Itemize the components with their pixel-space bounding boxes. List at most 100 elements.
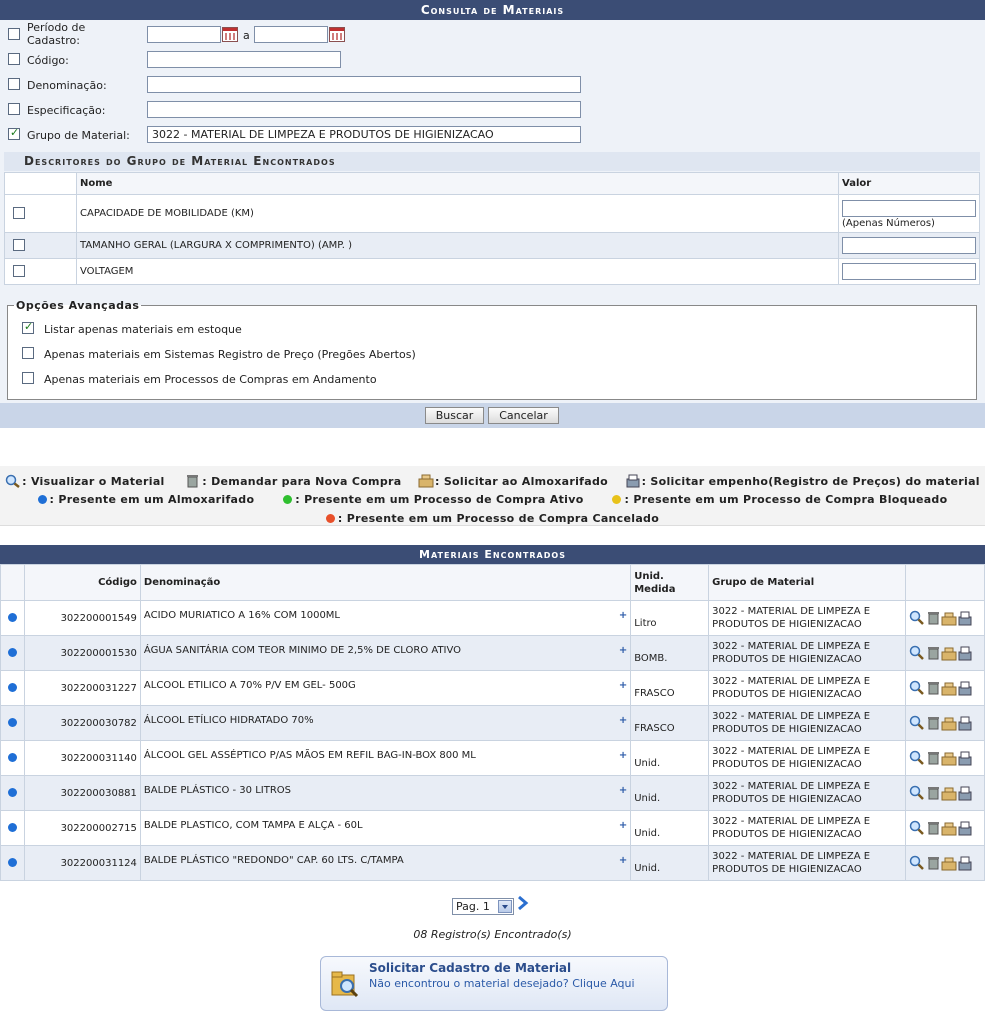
magnifier-icon[interactable] <box>909 820 925 836</box>
trash-cart-icon[interactable] <box>925 785 941 801</box>
box-icon[interactable] <box>941 680 957 696</box>
register-icon[interactable] <box>957 820 973 836</box>
magnifier-icon[interactable] <box>909 785 925 801</box>
codigo-input[interactable] <box>147 51 341 68</box>
material-denominacao: BALDE PLÁSTICO "REDONDO" CAP. 60 LTS. C/… <box>143 855 404 866</box>
expand-icon[interactable]: + <box>619 645 627 656</box>
magnifier-icon[interactable] <box>909 645 925 661</box>
legend-ativo: : Presente em um Processo de Compra Ativ… <box>295 493 584 506</box>
legend-solicitar-empenho: : Solicitar empenho(Registro de Preços) … <box>641 475 980 488</box>
opcao-registro-preco-label: Apenas materiais em Sistemas Registro de… <box>44 348 416 361</box>
box-icon[interactable] <box>941 715 957 731</box>
opcao-estoque-checkbox[interactable] <box>22 320 34 334</box>
legend-demandar: : Demandar para Nova Compra <box>202 475 402 488</box>
descritor-nome: VOLTAGEM <box>76 258 839 285</box>
magnifier-icon[interactable] <box>909 680 925 696</box>
material-grupo: 3022 - MATERIAL DE LIMPEZA E PRODUTOS DE… <box>708 810 906 846</box>
opcao-compras-checkbox[interactable] <box>22 372 34 384</box>
periodo-checkbox[interactable] <box>8 28 20 40</box>
expand-icon[interactable]: + <box>619 750 627 761</box>
trash-cart-icon[interactable] <box>925 715 941 731</box>
almox-dot-icon <box>7 857 17 867</box>
material-codigo: 302200001549 <box>23 600 141 636</box>
descritor-valor-input[interactable] <box>842 263 976 280</box>
descritores-title: Descritores do Grupo de Material Encontr… <box>4 152 980 171</box>
box-icon[interactable] <box>941 610 957 626</box>
descritor-checkbox[interactable] <box>13 265 25 277</box>
col-valor: Valor <box>838 172 980 195</box>
calendar-icon[interactable] <box>222 27 238 42</box>
almox-dot-icon <box>7 682 17 692</box>
material-grupo: 3022 - MATERIAL DE LIMPEZA E PRODUTOS DE… <box>708 775 906 811</box>
descritor-checkbox[interactable] <box>13 239 25 251</box>
register-icon[interactable] <box>957 855 973 871</box>
register-icon[interactable] <box>957 645 973 661</box>
grupo-input[interactable]: 3022 - MATERIAL DE LIMPEZA E PRODUTOS DE… <box>147 126 581 143</box>
expand-icon[interactable]: + <box>619 855 627 866</box>
especificacao-input[interactable] <box>147 101 581 118</box>
box-icon[interactable] <box>941 785 957 801</box>
trash-cart-icon[interactable] <box>925 645 941 661</box>
denominacao-checkbox[interactable] <box>8 78 20 90</box>
material-unid: Unid. <box>630 740 710 776</box>
almox-dot-icon <box>37 495 47 504</box>
next-page-icon[interactable] <box>516 895 530 911</box>
trash-cart-icon[interactable] <box>925 680 941 696</box>
material-denominacao: ÁLCOOL GEL ASSÉPTICO P/AS MÃOS EM REFIL … <box>143 750 476 761</box>
descritor-valor-input[interactable] <box>842 199 976 217</box>
box-icon[interactable] <box>941 645 957 661</box>
solicitar-title: Solicitar Cadastro de Material <box>369 961 572 975</box>
material-unid: Litro <box>630 600 710 636</box>
expand-icon[interactable]: + <box>619 820 627 831</box>
buscar-button[interactable]: Buscar <box>425 407 484 424</box>
codigo-checkbox[interactable] <box>8 53 20 65</box>
denominacao-label: Denominação: <box>27 79 107 92</box>
opcao-compras-label: Apenas materiais em Processos de Compras… <box>44 373 377 386</box>
register-icon[interactable] <box>957 715 973 731</box>
magnifier-icon[interactable] <box>909 715 925 731</box>
especificacao-checkbox[interactable] <box>8 103 20 115</box>
periodo-to-input[interactable] <box>254 26 328 43</box>
register-icon[interactable] <box>957 750 973 766</box>
descritor-valor-input[interactable] <box>842 237 976 254</box>
expand-icon[interactable]: + <box>619 680 627 691</box>
almox-dot-icon <box>7 647 17 657</box>
material-grupo: 3022 - MATERIAL DE LIMPEZA E PRODUTOS DE… <box>708 600 906 636</box>
magnifier-icon <box>5 474 21 488</box>
opcao-registro-preco-checkbox[interactable] <box>22 347 34 359</box>
form-title: Consulta de Materiais <box>0 0 985 20</box>
trash-cart-icon[interactable] <box>925 855 941 871</box>
denominacao-input[interactable] <box>147 76 581 93</box>
magnifier-icon[interactable] <box>909 610 925 626</box>
register-icon[interactable] <box>957 680 973 696</box>
calendar-icon[interactable] <box>329 27 345 42</box>
materiais-table: Código Denominação Unid. Medida Grupo de… <box>0 564 985 881</box>
trash-cart-icon[interactable] <box>925 820 941 836</box>
box-icon[interactable] <box>941 750 957 766</box>
page-select[interactable]: Pag. 1 <box>452 898 514 915</box>
periodo-from-input[interactable] <box>147 26 221 43</box>
magnifier-icon[interactable] <box>909 750 925 766</box>
expand-icon[interactable]: + <box>619 785 627 796</box>
box-icon[interactable] <box>941 820 957 836</box>
expand-icon[interactable]: + <box>619 715 627 726</box>
ativo-dot-icon <box>283 495 293 504</box>
register-icon[interactable] <box>957 610 973 626</box>
solicitar-cadastro-button[interactable]: Solicitar Cadastro de Material Não encon… <box>320 956 668 1011</box>
trash-cart-icon <box>185 474 201 488</box>
folder-search-icon <box>330 969 360 999</box>
cancelar-button[interactable]: Cancelar <box>488 407 559 424</box>
expand-icon[interactable]: + <box>619 610 627 621</box>
magnifier-icon[interactable] <box>909 855 925 871</box>
legend-visualizar: : Visualizar o Material <box>22 475 165 488</box>
register-icon[interactable] <box>957 785 973 801</box>
box-icon[interactable] <box>941 855 957 871</box>
material-denominacao: ALCOOL ETILICO A 70% P/V EM GEL- 500G <box>143 680 356 691</box>
trash-cart-icon[interactable] <box>925 750 941 766</box>
grupo-checkbox[interactable] <box>8 126 20 140</box>
descritor-checkbox[interactable] <box>13 207 25 219</box>
trash-cart-icon[interactable] <box>925 610 941 626</box>
material-codigo: 302200031227 <box>23 670 141 706</box>
almox-dot-icon <box>7 612 17 622</box>
material-unid: Unid. <box>630 775 710 811</box>
